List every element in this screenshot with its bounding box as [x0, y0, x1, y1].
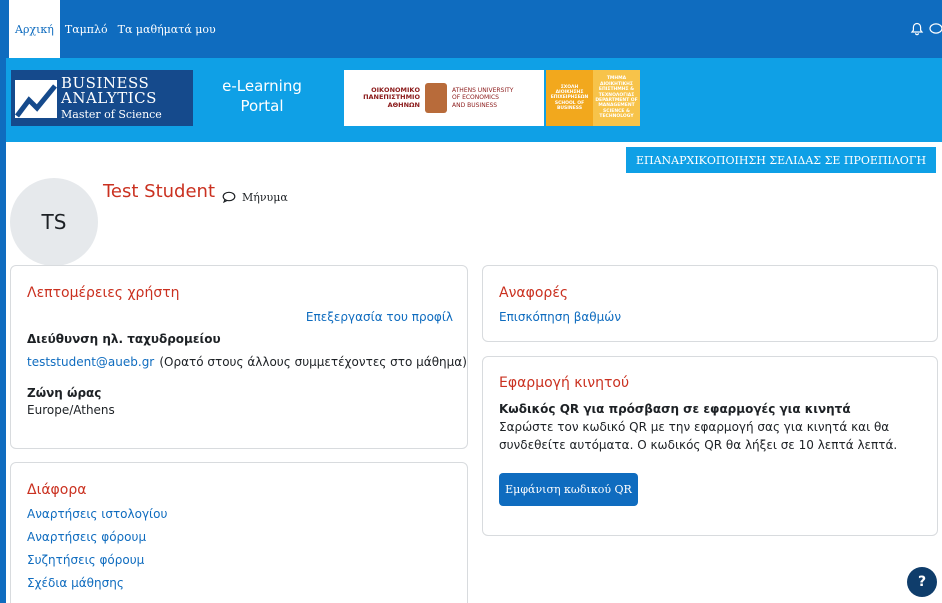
- aueb-english-line: ATHENS UNIVERSITY: [452, 87, 514, 95]
- timezone-label: Ζώνη ώρας: [27, 386, 102, 400]
- reports-card: Αναφορές Επισκόπηση βαθμών: [482, 265, 938, 342]
- user-name: Test Student: [103, 181, 216, 202]
- ba-line3: Master of Science: [61, 108, 162, 121]
- top-navbar: Αρχική Ταμπλό Τα μαθήματά μου: [6, 0, 942, 58]
- aueb-greek-name: ΟΙΚΟΝΟΜΙΚΟ ΠΑΝΕΠΙΣΤΗΜΙΟ ΑΘΗΝΩΝ: [348, 86, 420, 109]
- ba-line2: ANALYTICS: [61, 89, 157, 107]
- misc-title: Διάφορα: [27, 482, 87, 498]
- aueb-logo: ΟΙΚΟΝΟΜΙΚΟ ΠΑΝΕΠΙΣΤΗΜΙΟ ΑΘΗΝΩΝ ATHENS UN…: [344, 70, 544, 126]
- aueb-english-line: AND BUSINESS: [452, 101, 498, 109]
- email-row: teststudent@aueb.gr (Ορατό στους άλλους …: [27, 351, 467, 370]
- forum-discussions-link[interactable]: Συζητήσεις φόρουμ: [27, 553, 144, 567]
- department-logo-block: ΤΜΗΜΑ ΔΙΟΙΚΗΤΙΚΗΣ ΕΠΙΣΤΗΜΗΣ & ΤΕΧΝΟΛΟΓΙΑ…: [593, 70, 640, 126]
- mobile-app-title: Εφαρμογή κινητού: [499, 375, 630, 391]
- dept-line: TECHNOLOGY: [599, 114, 634, 120]
- chat-bubble-icon: [222, 188, 236, 207]
- nav-dashboard[interactable]: Ταμπλό: [60, 0, 113, 58]
- header-banner: BUSINESS ANALYTICS Master of Science e-L…: [6, 58, 942, 142]
- help-button[interactable]: ?: [907, 567, 937, 597]
- misc-card: Διάφορα Αναρτήσεις ιστολογίου Αναρτήσεις…: [10, 462, 468, 603]
- chart-trend-icon: [11, 70, 61, 126]
- edit-profile-link[interactable]: Επεξεργασία του προφίλ: [306, 310, 453, 324]
- aueb-greek-line: ΑΘΗΝΩΝ: [387, 100, 420, 109]
- email-label: Διεύθυνση ηλ. ταχυδρομείου: [27, 332, 221, 346]
- department-logo: ΣΧΟΛΗ ΔΙΟΙΚΗΣΗΣ ΕΠΙΧΕΙΡΗΣΕΩΝ SCHOOL OF B…: [546, 70, 640, 126]
- elearning-line2: Portal: [240, 97, 284, 115]
- qr-description-line2: συνδεθείτε αυτόματα. Ο κωδικός QR θα λήξ…: [499, 438, 898, 452]
- reports-title: Αναφορές: [499, 285, 569, 301]
- learning-plans-link[interactable]: Σχέδια μάθησης: [27, 576, 124, 590]
- email-visibility: (Ορατό στους άλλους συμμετέχοντες στο μά…: [159, 355, 467, 369]
- bell-icon[interactable]: [906, 18, 928, 40]
- forum-posts-link[interactable]: Αναρτήσεις φόρουμ: [27, 530, 146, 544]
- reset-page-default-button[interactable]: ΕΠΑΝΑΡΧΙΚΟΠΟΙΗΣΗ ΣΕΛΙΔΑΣ ΣΕ ΠΡΟΕΠΙΛΟΓΗ: [626, 147, 936, 173]
- qr-heading: Κωδικός QR για πρόσβαση σε εφαρμογές για…: [499, 402, 851, 416]
- chat-icon[interactable]: [928, 18, 942, 40]
- nav-home[interactable]: Αρχική: [9, 0, 60, 58]
- grades-overview-link[interactable]: Επισκόπηση βαθμών: [499, 310, 621, 324]
- nav-my-courses[interactable]: Τα μαθήματά μου: [113, 0, 221, 58]
- elearning-line1: e-Learning: [222, 77, 302, 95]
- avatar: TS: [10, 178, 98, 266]
- qr-description-line1: Σαρώστε τον κωδικό QR με την εφαρμογή σα…: [499, 420, 890, 434]
- aueb-emblem-icon: [425, 83, 447, 113]
- email-link[interactable]: teststudent@aueb.gr: [27, 355, 154, 369]
- nav-icon-group: [906, 0, 942, 58]
- aueb-english-name: ATHENS UNIVERSITY OF ECONOMICS AND BUSIN…: [452, 87, 513, 109]
- school-logo-block: ΣΧΟΛΗ ΔΙΟΙΚΗΣΗΣ ΕΠΙΧΕΙΡΗΣΕΩΝ SCHOOL OF B…: [546, 70, 593, 126]
- message-button[interactable]: Μήνυμα: [222, 188, 288, 207]
- user-details-card: Λεπτομέρειες χρήστη Επεξεργασία του προφ…: [10, 265, 468, 449]
- user-details-title: Λεπτομέρειες χρήστη: [27, 285, 180, 301]
- elearning-portal-title: e-Learning Portal: [214, 76, 310, 116]
- aueb-english-line: OF ECONOMICS: [452, 94, 499, 102]
- business-analytics-logo: BUSINESS ANALYTICS Master of Science: [11, 70, 193, 126]
- mobile-app-card: Εφαρμογή κινητού Κωδικός QR για πρόσβαση…: [482, 356, 938, 536]
- school-line: BUSINESS: [556, 106, 583, 112]
- blog-posts-link[interactable]: Αναρτήσεις ιστολογίου: [27, 507, 167, 521]
- show-qr-button[interactable]: Εμφάνιση κωδικού QR: [499, 473, 638, 506]
- message-label: Μήνυμα: [242, 191, 288, 204]
- timezone-value: Europe/Athens: [27, 403, 115, 417]
